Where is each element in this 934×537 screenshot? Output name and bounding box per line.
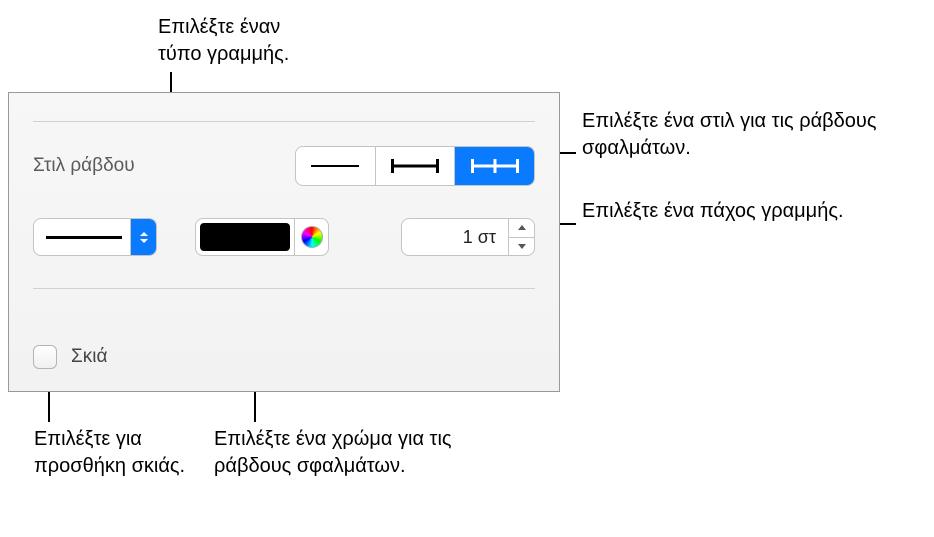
line-endcaps-icon bbox=[391, 159, 439, 173]
color-wheel-icon bbox=[301, 226, 323, 248]
line-thickness-field[interactable]: 1 στ bbox=[401, 218, 509, 256]
chevron-up-icon bbox=[518, 225, 526, 230]
divider-top bbox=[33, 121, 535, 122]
callout-thickness-text: Επιλέξτε ένα πάχος γραμμής. bbox=[582, 200, 844, 222]
disclosure-updown-icon[interactable] bbox=[130, 219, 156, 255]
callout-line-type-text: Επιλέξτε έναν τύπο γραμμής. bbox=[158, 16, 289, 65]
row-line-controls: 1 στ bbox=[33, 218, 535, 256]
callout-shadow: Επιλέξτε για προσθήκη σκιάς. bbox=[34, 426, 204, 480]
error-bar-style-segmented[interactable] bbox=[295, 146, 535, 186]
line-type-preview bbox=[46, 236, 122, 239]
bar-style-panel: Στιλ ράβδου bbox=[8, 92, 560, 392]
line-color-well[interactable] bbox=[195, 218, 329, 256]
callout-shadow-text: Επιλέξτε για προσθήκη σκιάς. bbox=[34, 428, 185, 477]
row-title-and-segmented: Στιλ ράβδου bbox=[33, 146, 535, 186]
shadow-label: Σκιά bbox=[71, 346, 107, 368]
line-type-select[interactable] bbox=[33, 218, 157, 256]
stepper-up[interactable] bbox=[509, 219, 534, 238]
divider-mid bbox=[33, 288, 535, 289]
segment-line-endcaps[interactable] bbox=[376, 147, 456, 185]
callout-line-type: Επιλέξτε έναν τύπο γραμμής. bbox=[158, 14, 388, 68]
callout-bar-style-text: Επιλέξτε ένα στιλ για τις ράβδους σφαλμά… bbox=[582, 110, 876, 159]
row-shadow: Σκιά bbox=[33, 345, 535, 369]
section-title: Στιλ ράβδου bbox=[33, 155, 135, 177]
stepper-down[interactable] bbox=[509, 238, 534, 256]
line-plain-icon bbox=[311, 165, 359, 167]
chevron-down-icon bbox=[518, 244, 526, 249]
segment-line-crossbar[interactable] bbox=[455, 147, 534, 185]
line-thickness-stepper[interactable] bbox=[509, 218, 535, 256]
line-thickness-value: 1 στ bbox=[463, 227, 496, 248]
line-thickness-group: 1 στ bbox=[401, 218, 535, 256]
callout-bar-style: Επιλέξτε ένα στιλ για τις ράβδους σφαλμά… bbox=[582, 108, 922, 162]
color-picker-button[interactable] bbox=[294, 219, 328, 255]
segment-line-plain[interactable] bbox=[296, 147, 376, 185]
callout-color-text: Επιλέξτε ένα χρώμα για τις ράβδους σφαλμ… bbox=[214, 428, 452, 477]
shadow-checkbox[interactable] bbox=[33, 345, 57, 369]
callout-color: Επιλέξτε ένα χρώμα για τις ράβδους σφαλμ… bbox=[214, 426, 474, 480]
line-crossbar-icon bbox=[471, 159, 519, 173]
callout-thickness: Επιλέξτε ένα πάχος γραμμής. bbox=[582, 198, 922, 225]
color-swatch bbox=[200, 223, 290, 251]
